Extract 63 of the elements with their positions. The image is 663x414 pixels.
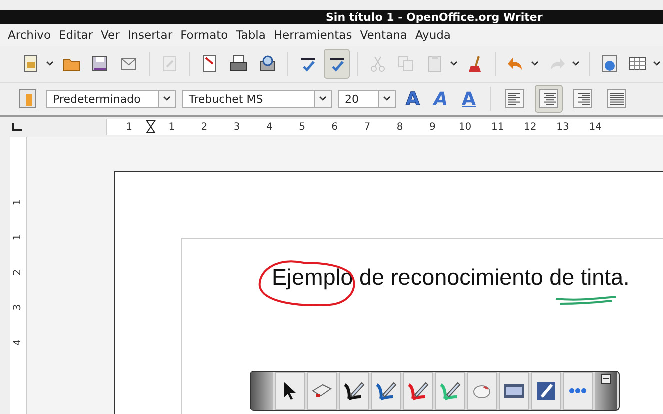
bold-button[interactable]: A	[402, 87, 424, 111]
window-title: Sin título 1 - OpenOffice.org Writer	[326, 10, 543, 24]
ruler-number: 6	[330, 122, 340, 132]
tab-stop-icon[interactable]	[12, 123, 22, 131]
caret-icon	[450, 60, 458, 66]
caret-icon	[653, 60, 662, 66]
font-size-dropdown[interactable]: 20	[338, 90, 396, 108]
menu-item[interactable]: Tabla	[232, 28, 270, 42]
ruler-number: 7	[363, 122, 372, 132]
pen-tool-button[interactable]	[339, 372, 369, 410]
menu-item[interactable]: Editar	[55, 28, 98, 42]
ruler-number: 1	[12, 199, 24, 206]
ruler-number: 14	[588, 122, 603, 132]
underline-button[interactable]: A	[458, 87, 480, 111]
pen-tool-button[interactable]	[275, 372, 305, 410]
ruler-number: 1	[125, 122, 134, 132]
ruler-number: 1	[12, 234, 24, 241]
font-name-dropdown[interactable]: Trebuchet MS	[182, 90, 332, 108]
ruler-number: 2	[200, 122, 209, 132]
caret-icon	[531, 60, 540, 66]
ruler-number: 4	[265, 122, 274, 132]
menu-item[interactable]: Herramientas	[270, 28, 356, 42]
ruler-number: 9	[428, 122, 437, 132]
ruler-number: 11	[490, 122, 506, 132]
ruler-number: 2	[12, 269, 24, 276]
document-text: Ejemplo de reconocimiento de tinta.	[272, 265, 631, 291]
caret-icon	[383, 96, 391, 102]
minimize-icon	[601, 374, 611, 384]
indent-marker-icon[interactable]	[146, 120, 156, 134]
ruler-number: 13	[556, 122, 570, 132]
align-left-icon	[505, 89, 525, 109]
ruler-number: 10	[458, 122, 473, 132]
ruler-number: 1	[168, 122, 176, 132]
minimize-button[interactable]	[595, 372, 617, 410]
ruler-number: 4	[12, 339, 24, 346]
menu-item[interactable]: Insertar	[124, 28, 177, 42]
pen-tool-button[interactable]	[531, 372, 561, 410]
caret-icon	[46, 60, 54, 66]
align-center-icon	[539, 89, 559, 109]
copy-icon	[396, 54, 416, 74]
menu-item[interactable]: Formato	[176, 28, 232, 42]
align-justify-icon	[607, 89, 627, 109]
more-icon	[568, 388, 588, 394]
ruler-number: 12	[523, 122, 538, 132]
caret-icon	[572, 60, 580, 66]
ruler-number: 5	[298, 122, 306, 132]
ruler-number: 3	[12, 304, 24, 311]
caret-icon	[163, 96, 171, 102]
align-right-icon	[573, 89, 593, 109]
toolbar-grip[interactable]	[251, 372, 273, 410]
menu-item[interactable]: Ver	[97, 28, 124, 42]
menu-item[interactable]: Archivo	[4, 28, 55, 42]
menu-item[interactable]: Ventana	[356, 28, 412, 42]
italic-button[interactable]: A	[430, 87, 452, 111]
paragraph-style-dropdown[interactable]: Predeterminado	[46, 90, 176, 108]
menu-item[interactable]: Ayuda	[411, 28, 455, 42]
ruler-number: 3	[232, 122, 242, 132]
magnifier-icon	[258, 54, 278, 74]
ruler-number: 8	[396, 122, 404, 132]
caret-icon	[319, 96, 327, 102]
align-center-button[interactable]	[535, 85, 563, 113]
toolbar-button[interactable]	[324, 49, 350, 79]
printer-icon	[228, 54, 249, 74]
